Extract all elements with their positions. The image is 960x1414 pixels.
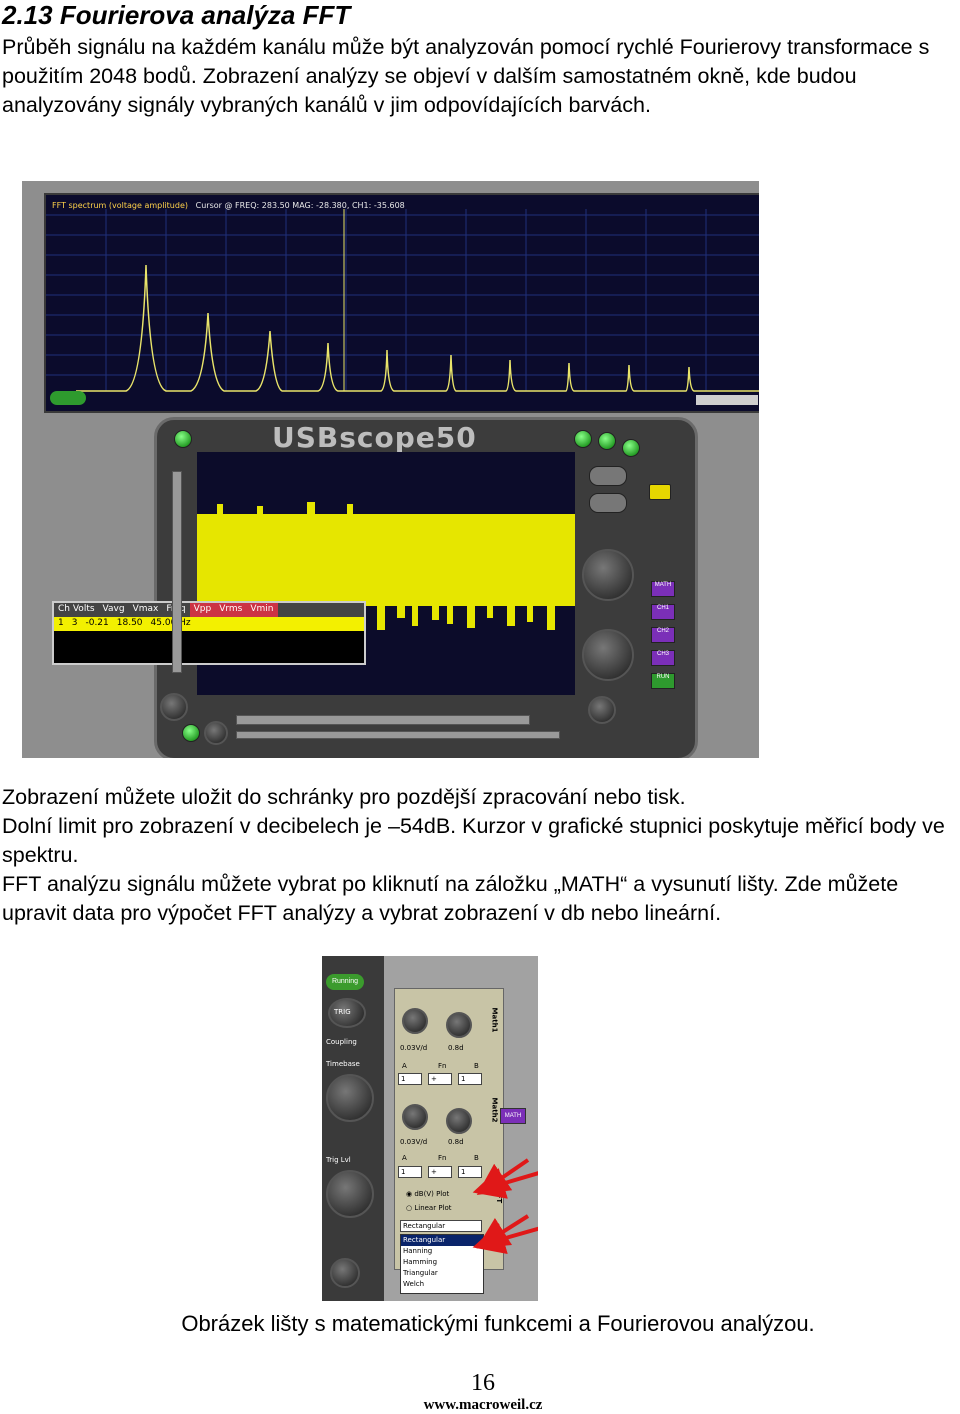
measurement-table: Ch Volts Vavg Vmax Freq Vpp Vrms Vmin 1 … xyxy=(52,601,366,665)
intro-paragraph: Průběh signálu na každém kanálu může být… xyxy=(2,35,930,117)
meas-header: Vmax xyxy=(132,604,159,614)
side-button-ch2[interactable]: CH2 xyxy=(651,627,675,643)
page-title: 2.13 Fourierova analýza FFT xyxy=(2,0,351,30)
meas-value: 1 xyxy=(58,618,64,628)
side-button-run[interactable]: RUN xyxy=(651,673,675,689)
measurement-header-row: Ch Volts Vavg Vmax Freq Vpp Vrms Vmin xyxy=(54,603,364,617)
position-slider[interactable] xyxy=(236,731,560,739)
side-button-math[interactable]: MATH xyxy=(651,581,675,597)
annotation-arrows xyxy=(472,1158,538,1255)
status-slider[interactable] xyxy=(236,715,530,725)
fft-title: FFT spectrum (voltage amplitude) Cursor … xyxy=(52,201,405,210)
scope-logo: USBscope50 xyxy=(272,421,477,454)
fft-cursor-readout: Cursor @ FREQ: 283.50 MAG: -28.380, CH1:… xyxy=(195,201,405,210)
measurement-data-row: 1 3 -0.21 18.50 45.00 Hz xyxy=(54,617,364,631)
vertical-slider[interactable] xyxy=(172,471,182,673)
fft-spectrum-plot xyxy=(46,209,759,405)
fft-title-text: FFT spectrum (voltage amplitude) xyxy=(52,201,188,210)
run-button[interactable] xyxy=(574,430,592,448)
body-line-fft-math: FFT analýzu signálu můžete vybrat po kli… xyxy=(2,872,899,925)
power-button[interactable] xyxy=(174,430,192,448)
meas-value: -0.21 xyxy=(85,618,109,628)
body-line-db-limit: Dolní limit pro zobrazení v decibelech j… xyxy=(2,814,945,867)
trig-indicator xyxy=(649,484,671,500)
body-paragraphs: Zobrazení můžete uložit do schránky pro … xyxy=(2,783,960,928)
footer-url[interactable]: www.macroweil.cz xyxy=(0,1397,960,1414)
body-line-clipboard: Zobrazení můžete uložit do schránky pro … xyxy=(2,785,686,809)
zoom-button[interactable] xyxy=(182,724,200,742)
meas-value: 3 xyxy=(71,618,78,628)
position-knob[interactable] xyxy=(160,693,188,721)
coupling-button[interactable] xyxy=(589,493,627,513)
fft-screenshot: FFT spectrum (voltage amplitude) Cursor … xyxy=(22,181,759,758)
meas-header: Vavg xyxy=(102,604,125,614)
meas-value: 45.00 Hz xyxy=(150,618,191,628)
meas-header: Ch Volts xyxy=(58,604,95,614)
meas-header: Vrms xyxy=(215,603,247,617)
math-panel-screenshot: Running TRIG Coupling Timebase Trig Lvl … xyxy=(322,956,538,1301)
meas-value: 18.50 xyxy=(116,618,143,628)
timebase-knob[interactable] xyxy=(582,549,634,601)
offset-knob[interactable] xyxy=(204,721,228,745)
arrow-to-window-list xyxy=(472,1223,538,1255)
meas-header: Vpp xyxy=(189,603,216,617)
capture-button[interactable] xyxy=(622,439,640,457)
side-button-ch1[interactable]: CH1 xyxy=(651,604,675,620)
stop-button[interactable] xyxy=(598,432,616,450)
settings-knob[interactable] xyxy=(588,696,616,724)
figure-caption: Obrázek lišty s matematickými funkcemi a… xyxy=(181,1311,815,1336)
fft-spectrum-window: FFT spectrum (voltage amplitude) Cursor … xyxy=(44,193,759,413)
page-number: 16 xyxy=(471,1370,495,1396)
trigger-level-knob[interactable] xyxy=(582,629,634,681)
trig-button[interactable] xyxy=(589,466,627,486)
meas-header: Vmin xyxy=(246,603,278,617)
side-button-ch3[interactable]: CH3 xyxy=(651,650,675,666)
